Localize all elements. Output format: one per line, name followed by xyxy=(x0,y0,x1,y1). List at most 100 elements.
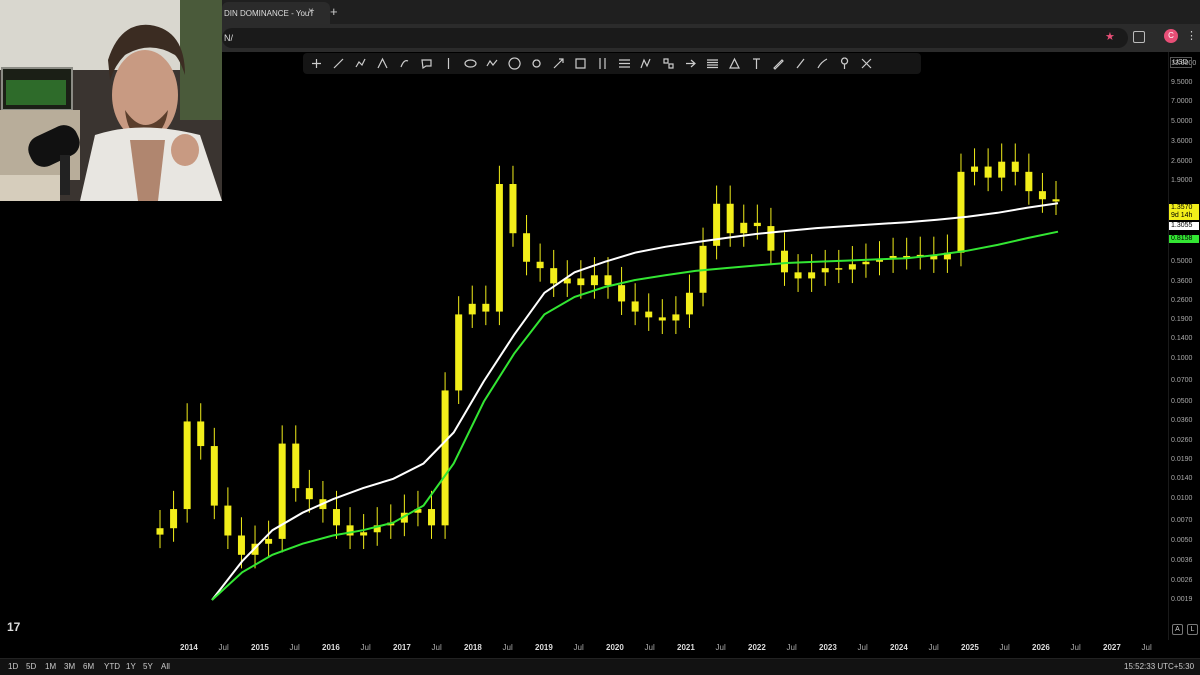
candle-body xyxy=(210,446,218,506)
candle-body xyxy=(631,301,639,312)
clock: 15:52:33 UTC+5:30 xyxy=(1124,662,1195,671)
time-axis-label: Jul xyxy=(431,643,442,652)
price-axis-label: 0.3600 xyxy=(1171,277,1193,285)
time-axis-label: Jul xyxy=(1070,643,1081,652)
log-scale-button[interactable]: L xyxy=(1187,624,1198,635)
tab-close-icon[interactable]: × xyxy=(308,6,314,17)
candle-body xyxy=(550,268,558,284)
range-button-5y[interactable]: 5Y xyxy=(143,662,153,671)
candle-body xyxy=(808,272,816,279)
candle-body xyxy=(265,538,273,544)
candle-body xyxy=(523,233,531,262)
time-axis-label: 2021 xyxy=(677,643,695,652)
time-axis-label: Jul xyxy=(644,643,655,652)
candle-body xyxy=(1052,199,1060,202)
candle-body xyxy=(346,525,354,536)
candle-body xyxy=(1038,191,1046,200)
time-axis-label: 2022 xyxy=(748,643,766,652)
price-axis[interactable]: 13.0000 9.5000 7.0000 5.0000 3.6000 2.6000 1.9… xyxy=(1168,52,1200,640)
price-axis-label: 2.6000 xyxy=(1171,157,1193,165)
currency-selector[interactable]: USD xyxy=(1170,57,1192,68)
time-axis-label: 2016 xyxy=(322,643,340,652)
time-axis-label: 2015 xyxy=(251,643,269,652)
extensions-icon[interactable] xyxy=(1133,31,1145,43)
time-axis-label: Jul xyxy=(360,643,371,652)
url-text: N/ xyxy=(224,33,233,43)
auto-scale-button[interactable]: A xyxy=(1172,624,1183,635)
url-field[interactable]: N/ xyxy=(222,28,1128,48)
candle-body xyxy=(590,275,598,286)
price-axis-label: 0.0100 xyxy=(1171,495,1193,503)
new-tab-icon[interactable]: + xyxy=(330,4,338,19)
candle-body xyxy=(672,314,680,321)
white-ma-line xyxy=(211,202,1059,601)
time-axis[interactable]: 2014 Jul 2015 Jul 2016 Jul 2017 Jul 2018 Jul 2019 J… xyxy=(0,640,1168,658)
candle-body xyxy=(618,285,626,302)
time-axis-label: Jul xyxy=(857,643,868,652)
price-axis-label: 0.5000 xyxy=(1171,257,1193,265)
price-axis-label: 0.0019 xyxy=(1171,596,1193,603)
candle-body xyxy=(482,303,490,312)
time-axis-label: 2026 xyxy=(1032,643,1050,652)
candle-body xyxy=(536,261,544,269)
range-button-ytd[interactable]: YTD xyxy=(104,662,120,671)
candle-body xyxy=(971,166,979,172)
range-button-3m[interactable]: 3M xyxy=(64,662,75,671)
candle-body xyxy=(753,222,761,227)
price-axis-label: 3.6000 xyxy=(1171,137,1193,145)
candle-body xyxy=(237,535,245,555)
time-axis-label: 2027 xyxy=(1103,643,1121,652)
candle-body xyxy=(360,532,368,536)
candle-body xyxy=(862,261,870,265)
candle-body xyxy=(156,528,164,535)
candle-body xyxy=(848,264,856,270)
price-axis-label: 9.5000 xyxy=(1171,79,1193,87)
candle-body xyxy=(468,303,476,315)
price-axis-label: 0.0700 xyxy=(1171,377,1193,385)
price-axis-label: 1.9000 xyxy=(1171,176,1193,184)
time-axis-label: Jul xyxy=(928,643,939,652)
price-axis-label: 0.0190 xyxy=(1171,456,1193,464)
price-axis-label: 0.0070 xyxy=(1171,516,1193,524)
candle-body xyxy=(740,222,748,234)
time-axis-label: Jul xyxy=(715,643,726,652)
candle-body xyxy=(685,292,693,315)
time-axis-label: 2025 xyxy=(961,643,979,652)
time-axis-label: Jul xyxy=(999,643,1010,652)
candle-body xyxy=(183,421,191,510)
price-axis-label: 0.0360 xyxy=(1171,417,1193,425)
range-button-1m[interactable]: 1M xyxy=(45,662,56,671)
candle-body xyxy=(726,203,734,234)
range-button-all[interactable]: All xyxy=(161,662,170,671)
price-axis-label: 0.0036 xyxy=(1171,557,1193,565)
time-axis-label: 2019 xyxy=(535,643,553,652)
candle-body xyxy=(509,184,517,234)
range-button-5d[interactable]: 5D xyxy=(26,662,36,671)
range-button-1y[interactable]: 1Y xyxy=(126,662,136,671)
candle-body xyxy=(821,268,829,273)
price-axis-label: 0.1900 xyxy=(1171,316,1193,324)
tab-title: DIN DOMINANCE - YouT xyxy=(224,9,315,18)
time-axis-label: Jul xyxy=(502,643,513,652)
price-axis-label: 0.2600 xyxy=(1171,297,1193,305)
profile-avatar[interactable]: C xyxy=(1164,29,1178,43)
candle-body xyxy=(224,505,232,536)
range-button-1d[interactable]: 1D xyxy=(8,662,18,671)
bar-countdown: 9d 14h xyxy=(1171,212,1193,219)
candle-body xyxy=(292,443,300,489)
range-button-6m[interactable]: 6M xyxy=(83,662,94,671)
bookmark-star-icon[interactable]: ★ xyxy=(1105,30,1115,43)
browser-menu-icon[interactable]: ⋮ xyxy=(1186,29,1197,42)
price-axis-label: 5.0000 xyxy=(1171,117,1193,125)
tradingview-logo: 17 xyxy=(7,620,21,634)
price-axis-label: 0.0500 xyxy=(1171,397,1193,405)
time-axis-label: Jul xyxy=(289,643,300,652)
webcam-overlay xyxy=(0,0,222,201)
time-axis-label: 2014 xyxy=(180,643,198,652)
chart-app-window: DIN DOMINANCE - YouT × + N/ ★ C ⋮ 13.000… xyxy=(0,0,1200,675)
last-price-value: 1.3570 xyxy=(1171,204,1193,211)
green-ma-badge: 0.8158 xyxy=(1169,235,1199,243)
candle-body xyxy=(1025,171,1033,192)
candle-body xyxy=(767,226,775,251)
candle-body xyxy=(645,311,653,318)
